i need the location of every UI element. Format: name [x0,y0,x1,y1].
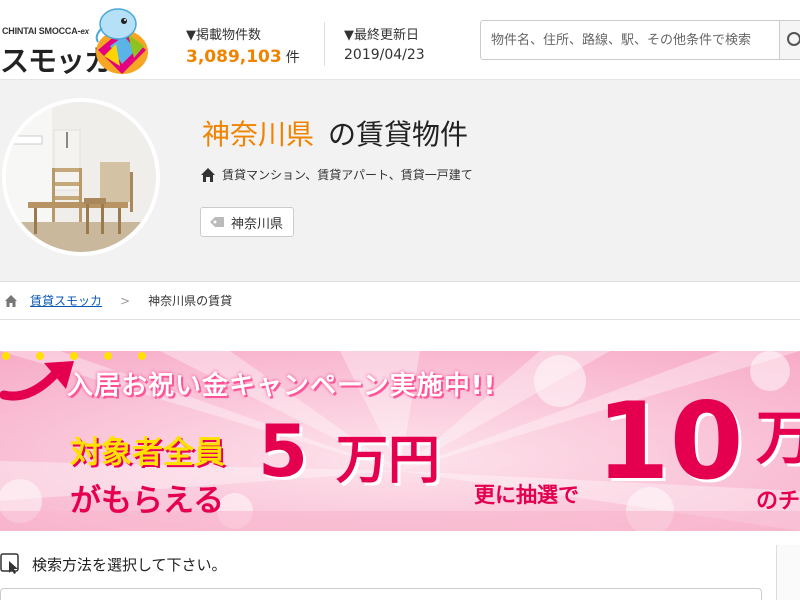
search-method-panel[interactable] [0,588,762,600]
search-button[interactable] [780,20,800,60]
breadcrumb-home-link[interactable]: 賃貸スモッカ [30,292,102,309]
banner-amount-unit: 万円 [336,431,441,491]
site-header: CHINTAI SMOCCA-ex スモッカ ▼掲載物件数 3,089,103 件… [0,0,800,80]
prefecture-name: 神奈川県 [202,118,315,151]
banner-lottery: 更に抽選で [474,483,579,507]
property-types-text: 賃貸マンション、賃貸アパート、賃貸一戸建て [222,168,473,182]
site-logo[interactable]: CHINTAI SMOCCA-ex スモッカ [0,6,160,78]
property-types: 賃貸マンション、賃貸アパート、賃貸一戸建て [200,166,473,183]
header-divider [324,22,325,66]
banner-target: 対象者全員 [70,435,225,471]
home-icon [5,294,17,307]
updated-date: 2019/04/23 [344,47,425,63]
logo-subtitle: CHINTAI SMOCCA-ex [2,26,89,36]
listings-label: ▼掲載物件数 [186,28,261,43]
search-icon [787,32,800,46]
last-updated-block: ▼最終更新日 2019/04/23 [344,24,425,63]
tag-icon [210,217,224,227]
search-method-heading: 検索方法を選択して下さい。 [0,552,227,576]
listings-count-block: ▼掲載物件数 3,089,103 件 [186,24,300,67]
banner-amount: 5 [258,409,309,493]
room-photo [2,98,160,256]
banner-lottery-amount: 10 [596,380,744,503]
room-illustration [6,102,156,252]
campaign-banner[interactable]: 入居お祝い金キャンペーン実施中!! 対象者全員 がもらえる 5 万円 更に抽選で… [0,351,800,531]
breadcrumb-separator: > [120,293,131,308]
home-icon [201,167,215,182]
updated-label: ▼最終更新日 [344,28,419,43]
search-input[interactable] [480,20,780,60]
search-method-label: 検索方法を選択して下さい。 [32,555,227,574]
banner-lottery-unit: 万 [756,404,800,472]
upward-arrow-icon [0,361,74,401]
mascot-icon [95,8,148,74]
banner-get: がもらえる [70,483,225,519]
prefecture-tag[interactable]: 神奈川県 [200,207,295,237]
listings-count: 3,089,103 件 [186,47,300,67]
hero-section: 神奈川県 の賃貸物件 賃貸マンション、賃貸アパート、賃貸一戸建て 神奈川県 [0,80,800,282]
cursor-select-icon [0,553,19,574]
banner-tail-text: のチ [756,489,800,514]
breadcrumb: 賃貸スモッカ > 神奈川県の賃貸 [0,282,800,320]
page-title: 神奈川県 の賃貸物件 [202,118,469,151]
banner-headline: 入居お祝い金キャンペーン実施中!! [67,371,497,401]
scrollbar[interactable] [776,545,800,600]
breadcrumb-current: 神奈川県の賃貸 [148,294,233,308]
